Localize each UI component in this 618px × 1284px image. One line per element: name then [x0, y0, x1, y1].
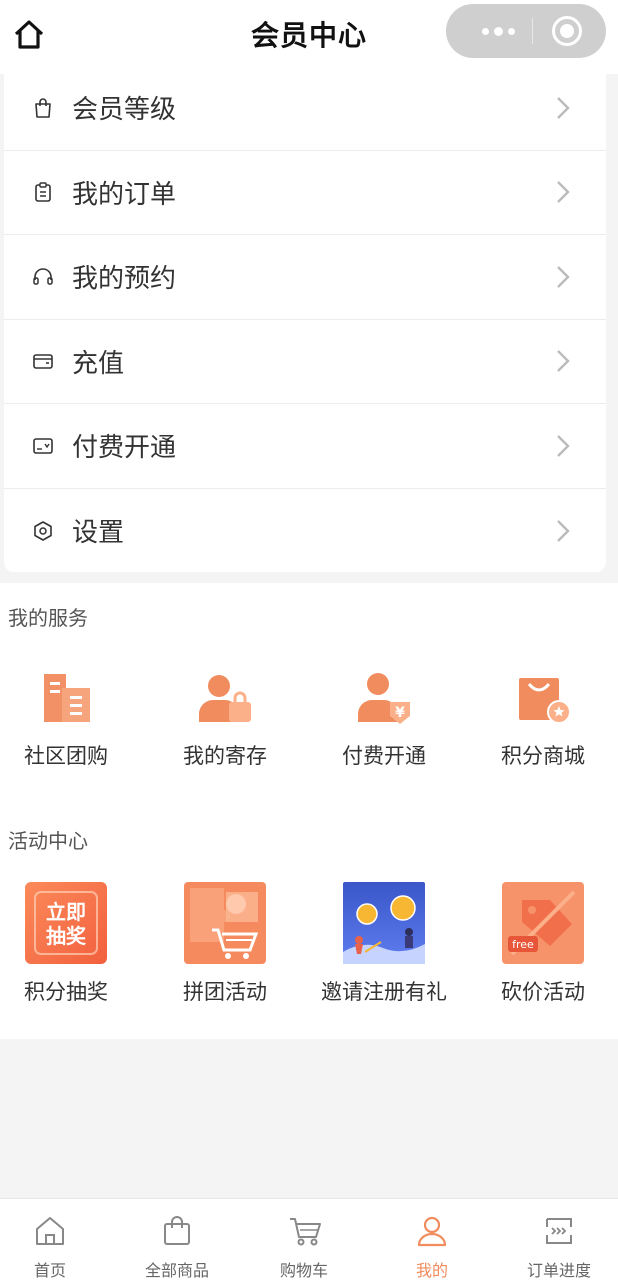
tab-cart[interactable]: 购物车 [242, 1199, 366, 1284]
activity-label: 砍价活动 [501, 980, 585, 1004]
shopping-bag-star-icon [519, 678, 571, 724]
chevron-right-icon [557, 434, 570, 457]
shopping-bag-icon [164, 1216, 190, 1245]
invite-gift-tile [343, 882, 425, 964]
svg-text:抽奖: 抽奖 [46, 924, 87, 948]
headset-icon [33, 268, 53, 285]
tab-label: 购物车 [279, 1261, 328, 1280]
cart-icon [290, 1218, 321, 1246]
menu-item-my-orders[interactable]: 我的订单 [4, 151, 606, 235]
menu-item-label: 充值 [72, 348, 125, 379]
service-community-group-buy[interactable]: 社区团购 [0, 670, 141, 770]
chevron-right-icon [557, 96, 570, 119]
menu-item-label: 我的订单 [72, 179, 177, 210]
menu-item-member-level[interactable]: 会员等级 [4, 66, 606, 151]
tab-label: 订单进度 [526, 1261, 591, 1280]
lottery-tile: 立即 抽奖 [25, 882, 107, 964]
service-label: 我的寄存 [183, 744, 267, 768]
services-title: 我的服务 [8, 606, 88, 630]
bargain-tag-tile: free [502, 882, 584, 964]
menu-item-label: 我的预约 [72, 264, 177, 295]
svg-text:立即: 立即 [46, 900, 86, 924]
activity-label: 积分抽奖 [24, 980, 108, 1004]
chevron-right-icon [557, 350, 570, 373]
more-icon[interactable] [468, 4, 528, 58]
tab-label: 我的 [415, 1261, 448, 1280]
chevron-right-icon [557, 181, 570, 204]
activity-label: 邀请注册有礼 [321, 980, 447, 1004]
activity-group-buy[interactable]: 拼团活动 [150, 882, 300, 1006]
mini-program-capsule [446, 4, 606, 58]
activity-bargain[interactable]: free 砍价活动 [468, 882, 618, 1006]
tab-label: 首页 [33, 1261, 66, 1280]
service-my-storage[interactable]: 我的寄存 [150, 670, 300, 770]
tab-home[interactable]: 首页 [0, 1199, 112, 1284]
menu-item-recharge[interactable]: 充值 [4, 320, 606, 404]
activities-title: 活动中心 [8, 829, 88, 853]
clipboard-icon [35, 182, 51, 203]
tab-label: 全部商品 [144, 1261, 209, 1280]
service-points-mall[interactable]: 积分商城 [468, 670, 618, 770]
tab-mine[interactable]: 我的 [370, 1199, 494, 1284]
user-yen-icon: ¥ [358, 673, 410, 724]
chevron-right-icon [557, 519, 570, 542]
tab-order-progress[interactable]: 订单进度 [497, 1199, 618, 1284]
menu-item-label: 付费开通 [72, 433, 177, 464]
service-label: 社区团购 [24, 744, 108, 768]
card-icon [33, 437, 53, 454]
service-label: 付费开通 [342, 744, 426, 768]
svg-text:free: free [512, 938, 534, 951]
home-icon [36, 1217, 64, 1245]
close-target-icon[interactable] [552, 16, 582, 46]
user-icon [417, 1216, 447, 1247]
service-label: 积分商城 [501, 744, 585, 768]
svg-text:¥: ¥ [395, 705, 405, 721]
top-bar: 会员中心 [0, 0, 618, 74]
wallet-icon [33, 354, 53, 370]
service-paid-activation[interactable]: ¥ 付费开通 [309, 670, 459, 770]
bag-icon [35, 98, 51, 118]
activity-invite-register-gift[interactable]: 邀请注册有礼 [309, 882, 459, 1006]
order-progress-icon [546, 1218, 572, 1244]
activity-label: 拼团活动 [183, 980, 267, 1004]
activity-points-lottery[interactable]: 立即 抽奖 积分抽奖 [0, 882, 141, 1006]
bottom-tab-bar: 首页 全部商品 购物车 我的 订单进度 [0, 1198, 618, 1284]
user-bag-icon [199, 675, 251, 722]
chevron-right-icon [557, 265, 570, 288]
menu-item-paid-activation[interactable]: 付费开通 [4, 404, 606, 489]
buildings-icon [44, 674, 90, 722]
tab-all-products[interactable]: 全部商品 [115, 1199, 239, 1284]
menu-item-label: 会员等级 [72, 95, 177, 126]
menu-item-label: 设置 [72, 518, 125, 549]
hexagon-gear-icon [34, 520, 52, 541]
group-cart-tile [184, 882, 266, 964]
menu-item-settings[interactable]: 设置 [4, 489, 606, 574]
menu-item-my-appointments[interactable]: 我的预约 [4, 235, 606, 320]
menu-list: 会员等级 我的订单 我的预约 充值 付费开通 设置 [4, 66, 606, 572]
